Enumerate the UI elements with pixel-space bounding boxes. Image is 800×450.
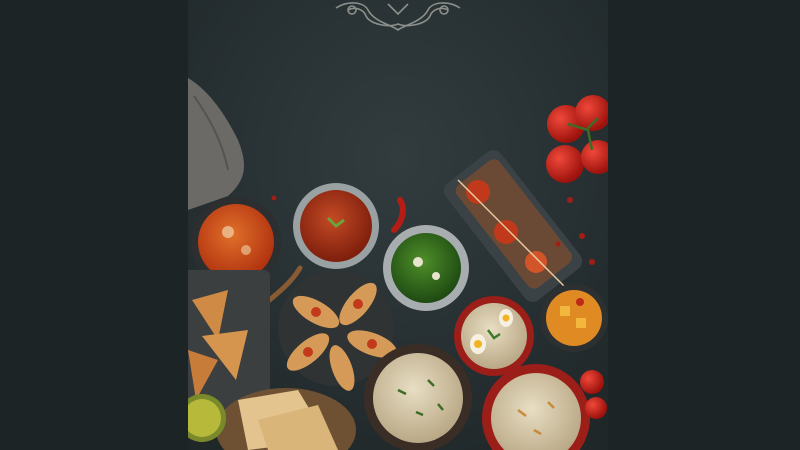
- pulao-rice-bowl: [364, 344, 472, 450]
- bowl-palak-paneer: [383, 225, 469, 311]
- aloo-gobi-bowl: [540, 284, 608, 352]
- food-spread-illustration: [188, 0, 608, 450]
- cherry-tomato: [585, 397, 607, 419]
- cherry-tomato: [580, 370, 604, 394]
- samosa-tray: [188, 270, 270, 410]
- image-frame: [0, 0, 800, 450]
- food-photo: [188, 0, 608, 450]
- bowl-red-curry-steel: [293, 183, 379, 269]
- biryani-egg-bowl: [454, 296, 534, 376]
